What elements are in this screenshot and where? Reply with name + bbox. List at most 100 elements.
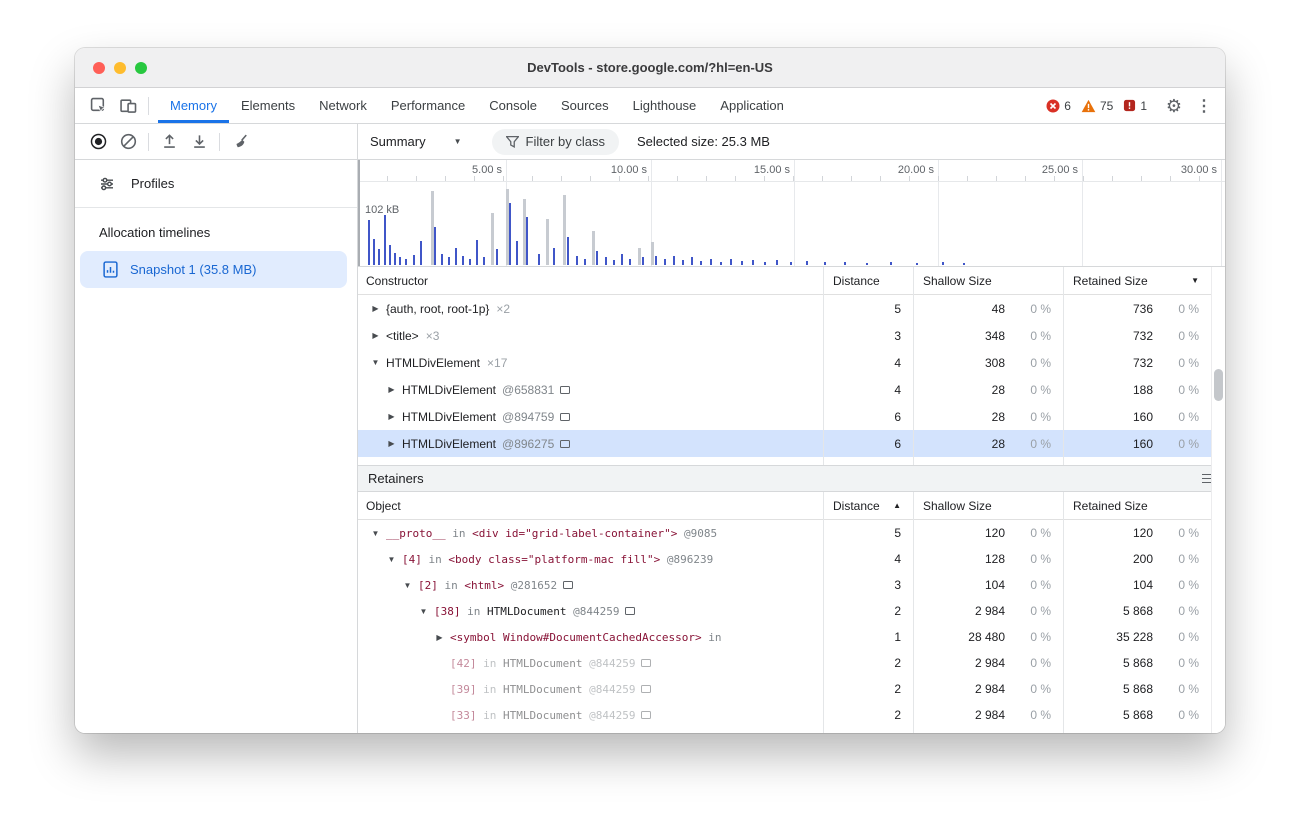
distance-cell: 2 [823, 650, 913, 676]
constructor-row[interactable]: ▶HTMLDivElement@8962756280 %1600 % [358, 430, 1211, 457]
constructor-row[interactable]: ▶<title>×333480 %7320 % [358, 322, 1211, 349]
allocation-bar [824, 262, 826, 265]
retainer-row[interactable]: [42] in HTMLDocument @84425922 9840 %5 8… [358, 650, 1211, 676]
tab-elements[interactable]: Elements [229, 88, 307, 123]
profiles-header[interactable]: Profiles [75, 160, 357, 207]
shallow-size-cell: 28 4800 % [913, 624, 1063, 650]
device-toolbar-icon[interactable] [113, 91, 143, 121]
column-header-shallow-size[interactable]: Shallow Size [913, 267, 1063, 294]
filter-by-class-input[interactable]: Filter by class [492, 129, 619, 155]
reveal-node-icon[interactable] [560, 440, 570, 448]
retainer-row[interactable]: ▼[38] in HTMLDocument @84425922 9840 %5 … [358, 598, 1211, 624]
sidebar-item-snapshot-1[interactable]: Snapshot 1 (35.8 MB) [80, 251, 347, 288]
column-header-distance[interactable]: Distance▲ [823, 492, 913, 519]
size-value: 736 [1063, 302, 1153, 316]
warnings-badge[interactable]: 75 [1081, 99, 1113, 113]
size-value: 104 [913, 578, 1005, 592]
allocation-timeline-chart[interactable]: 102 kB 5.00 s10.00 s15.00 s20.00 s25.00 … [358, 160, 1225, 267]
tab-sources[interactable]: Sources [549, 88, 621, 123]
divider [148, 133, 149, 151]
minimize-window-button[interactable] [114, 62, 126, 74]
size-value: 28 [913, 383, 1005, 397]
tab-memory[interactable]: Memory [158, 88, 229, 123]
tab-network[interactable]: Network [307, 88, 379, 123]
scrollbar-thumb[interactable] [1214, 369, 1223, 401]
size-percent: 0 % [1153, 630, 1199, 644]
expand-icon[interactable]: ▶ [432, 633, 447, 642]
errors-badge[interactable]: 6 [1046, 99, 1071, 113]
collapse-icon[interactable]: ▼ [416, 607, 431, 616]
object-segment: <body class="platform-mac fill"> [448, 553, 660, 566]
collapse-icon[interactable]: ▼ [368, 358, 383, 367]
allocation-bar [384, 215, 386, 265]
reveal-node-icon[interactable] [641, 659, 651, 667]
retainer-row[interactable]: ▼[2] in <html> @28165231040 %1040 % [358, 572, 1211, 598]
shallow-size-cell: 2 9840 % [913, 598, 1063, 624]
retainer-row[interactable]: ▶<symbol Window#DocumentCachedAccessor> … [358, 624, 1211, 650]
load-profile-icon[interactable] [154, 127, 184, 157]
inspect-element-icon[interactable] [83, 91, 113, 121]
collapse-icon[interactable]: ▼ [384, 555, 399, 564]
size-percent: 0 % [1153, 410, 1199, 424]
column-header-retained-size[interactable]: Retained Size [1063, 492, 1211, 519]
collapse-icon[interactable]: ▼ [400, 581, 415, 590]
shallow-size-cell: 280 % [913, 403, 1063, 430]
tab-lighthouse[interactable]: Lighthouse [621, 88, 709, 123]
expand-icon[interactable]: ▶ [384, 412, 399, 421]
allocation-bar [576, 256, 578, 265]
issues-badge[interactable]: 1 [1123, 99, 1147, 113]
object-segment: in [702, 631, 722, 644]
constructor-row[interactable]: ▶HTMLDivElement@6588314280 %1880 % [358, 376, 1211, 403]
tab-application[interactable]: Application [708, 88, 796, 123]
reveal-node-icon[interactable] [563, 581, 573, 589]
tab-performance[interactable]: Performance [379, 88, 477, 123]
retainer-row[interactable]: ▼[4] in <body class="platform-mac fill">… [358, 546, 1211, 572]
shallow-size-cell [913, 457, 1063, 465]
object-segment: in [477, 709, 504, 722]
retainer-row[interactable]: ▼__proto__ in <div id="grid-label-contai… [358, 520, 1211, 546]
retainer-rows: ▼__proto__ in <div id="grid-label-contai… [358, 520, 1211, 733]
zoom-window-button[interactable] [135, 62, 147, 74]
expand-icon[interactable]: ▶ [368, 331, 383, 340]
reveal-node-icon[interactable] [560, 413, 570, 421]
reveal-node-icon[interactable] [641, 711, 651, 719]
expand-icon[interactable]: ▶ [384, 385, 399, 394]
retained-size-cell: 1600 % [1063, 403, 1211, 430]
clear-profiles-button[interactable] [113, 127, 143, 157]
profile-view-select[interactable]: Summary ▼ [370, 134, 462, 149]
column-header-object[interactable]: Object [358, 492, 823, 519]
allocation-bar [413, 255, 415, 265]
save-profile-icon[interactable] [184, 127, 214, 157]
close-window-button[interactable] [93, 62, 105, 74]
vertical-scrollbar[interactable] [1211, 267, 1225, 733]
node-id: @894759 [502, 410, 554, 424]
settings-gear-icon[interactable]: ⚙ [1159, 91, 1189, 121]
column-header-constructor[interactable]: Constructor [358, 267, 823, 294]
record-button[interactable] [83, 127, 113, 157]
selection-grip[interactable] [358, 160, 360, 266]
column-header-shallow-size[interactable]: Shallow Size [913, 492, 1063, 519]
constructor-row[interactable]: ▼HTMLDivElement×1743080 %7320 % [358, 349, 1211, 376]
column-header-retained-size[interactable]: Retained Size▼ [1063, 267, 1211, 294]
collapse-icon[interactable]: ▼ [368, 529, 383, 538]
size-value: 5 868 [1063, 604, 1153, 618]
constructor-row[interactable]: ▶HTMLDivElement@8947596280 %1600 % [358, 403, 1211, 430]
column-header-distance[interactable]: Distance [823, 267, 913, 294]
tab-console[interactable]: Console [477, 88, 549, 123]
clean-broom-icon[interactable] [225, 127, 255, 157]
expand-icon[interactable]: ▶ [384, 439, 399, 448]
retainers-header-bar[interactable]: Retainers [358, 465, 1225, 492]
size-value: 2 984 [913, 604, 1005, 618]
kebab-menu-icon[interactable]: ⋮ [1193, 91, 1215, 121]
allocation-bar-total [491, 213, 494, 265]
constructor-row[interactable]: ▶HTMLDivElement [358, 457, 1211, 465]
reveal-node-icon[interactable] [560, 386, 570, 394]
object-segment: @9085 [677, 527, 717, 540]
reveal-node-icon[interactable] [641, 685, 651, 693]
retainer-row[interactable]: [33] in HTMLDocument @84425922 9840 %5 8… [358, 702, 1211, 728]
size-value: 160 [1063, 437, 1153, 451]
constructor-row[interactable]: ▶{auth, root, root-1p}×25480 %7360 % [358, 295, 1211, 322]
reveal-node-icon[interactable] [625, 607, 635, 615]
retainer-row[interactable]: [39] in HTMLDocument @84425922 9840 %5 8… [358, 676, 1211, 702]
expand-icon[interactable]: ▶ [368, 304, 383, 313]
